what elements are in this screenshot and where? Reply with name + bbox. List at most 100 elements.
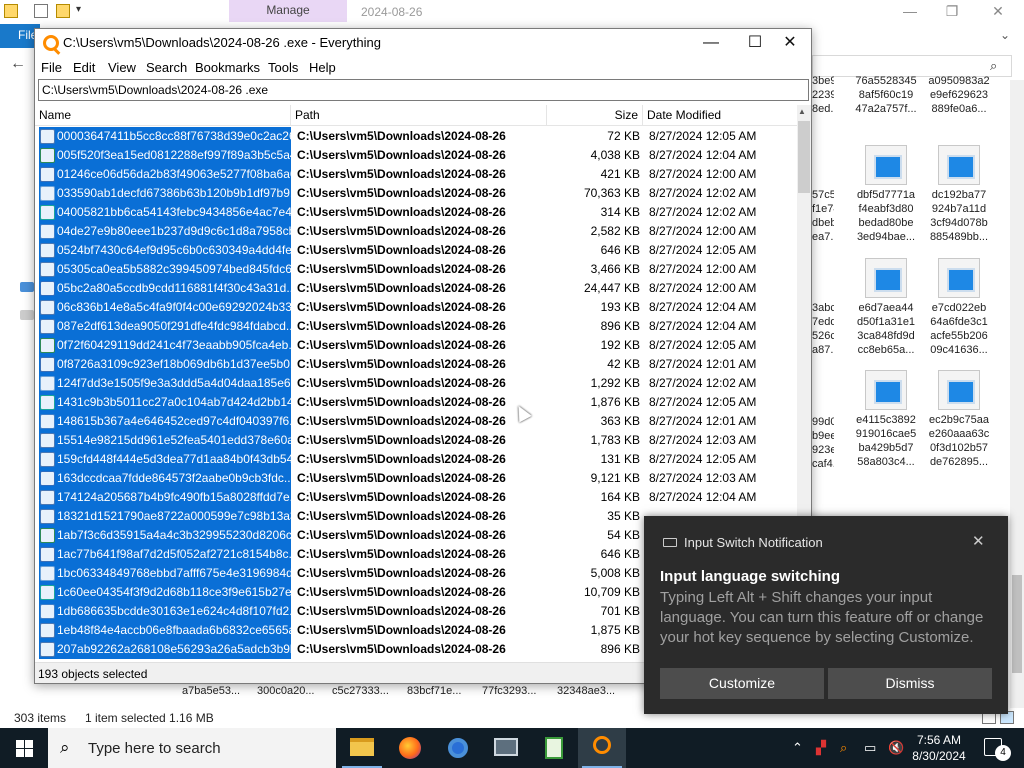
notepad-taskbar-button[interactable] — [530, 728, 578, 768]
explorer-scroll-thumb[interactable] — [1012, 575, 1022, 673]
file-tile[interactable]: e4115c3892 919016cae5 ba429b5d7 58a803c4... — [852, 370, 920, 469]
result-name-cell[interactable]: 18321d1521790ae8722a000599e7c98b13a3... — [39, 507, 291, 526]
result-row[interactable]: 05305ca0ea5b5882c399450974bed845fdc6... C… — [35, 260, 797, 279]
network-icon[interactable]: ▭ — [864, 740, 876, 756]
volume-muted-icon[interactable]: 🔇 — [888, 740, 904, 756]
scroll-up-arrow-icon[interactable]: ▲ — [798, 107, 806, 116]
result-row[interactable]: 159cfd448f444e5d3dea77d1aa84b0f43db54...… — [35, 450, 797, 469]
customize-quick-access-icon[interactable]: ▾ — [76, 4, 81, 15]
result-name-cell[interactable]: 00003647411b5cc8cc88f76738d39e0c2ac26... — [39, 127, 291, 146]
result-row[interactable]: 01246ce06d56da2b83f49063e5277f08ba6a6...… — [35, 165, 797, 184]
menu-bookmarks[interactable]: Bookmarks — [195, 60, 260, 75]
dismiss-button[interactable]: Dismiss — [828, 668, 992, 699]
result-row[interactable]: 174124a205687b4b9fc490fb15a8028ffdd7e...… — [35, 488, 797, 507]
result-name-cell[interactable]: 05bc2a80a5ccdb9cdd116881f4f30c43a31d... — [39, 279, 291, 298]
result-name-cell[interactable]: 01246ce06d56da2b83f49063e5277f08ba6a6... — [39, 165, 291, 184]
properties-icon[interactable] — [34, 4, 48, 18]
result-row[interactable]: 124f7dd3e1505f9e3a3ddd5a4d04daa185e6... C… — [35, 374, 797, 393]
show-hidden-icons-chevron-icon[interactable]: ⌃ — [792, 740, 803, 756]
result-row[interactable]: 15514e98215dd961e52fea5401edd378e60a... C… — [35, 431, 797, 450]
result-row[interactable]: 05bc2a80a5ccdb9cdd116881f4f30c43a31d... C… — [35, 279, 797, 298]
result-name-cell[interactable]: 087e2df613dea9050f291dfe4fdc984fdabcd... — [39, 317, 291, 336]
result-name-cell[interactable]: 163dccdcaa7fdde864573f2aabe0b9cb3fdc... — [39, 469, 291, 488]
close-button[interactable]: ✕ — [770, 32, 810, 54]
everything-tray-icon[interactable]: ⌕ — [840, 740, 847, 756]
menu-edit[interactable]: Edit — [73, 60, 95, 75]
maximize-button[interactable]: ☐ — [735, 32, 775, 54]
file-tile[interactable]: a0950983a2 e9ef629623 889fe0a6... — [925, 74, 993, 116]
column-path[interactable]: Path — [291, 105, 547, 126]
file-tile[interactable]: 76a5528345 8af5f60c19 47a2a757f... — [852, 74, 920, 116]
new-folder-icon[interactable] — [56, 4, 70, 18]
result-row[interactable]: 06c836b14e8a5c4fa9f0f4c00e69292024b33...… — [35, 298, 797, 317]
close-icon[interactable]: ✕ — [988, 2, 1008, 20]
result-name-cell[interactable]: 005f520f3ea15ed0812288ef997f89a3b5c5a4..… — [39, 146, 291, 165]
file-tile[interactable]: dc192ba77 924b7a11d 3cf94d078b 885489bb... — [925, 145, 993, 244]
file-explorer-taskbar-button[interactable] — [338, 728, 386, 768]
result-name-cell[interactable]: 1db686635bcdde30163e1e624c4d8f107fd2... — [39, 602, 291, 621]
result-name-cell[interactable]: 04005821bb6ca54143febc9434856e4ac7e4f... — [39, 203, 291, 222]
result-row[interactable]: 0f72f60429119dd241c4f73eaabb905fca4eb...… — [35, 336, 797, 355]
nav-item-icon[interactable] — [20, 310, 34, 320]
nav-item-icon[interactable] — [20, 282, 34, 292]
result-row[interactable]: 163dccdcaa7fdde864573f2aabe0b9cb3fdc... C… — [35, 469, 797, 488]
result-name-cell[interactable]: 174124a205687b4b9fc490fb15a8028ffdd7e... — [39, 488, 291, 507]
result-name-cell[interactable]: 124f7dd3e1505f9e3a3ddd5a4d04daa185e6... — [39, 374, 291, 393]
start-button[interactable] — [0, 728, 48, 768]
close-icon[interactable]: ✕ — [972, 532, 985, 550]
network-app-taskbar-button[interactable] — [482, 728, 530, 768]
result-name-cell[interactable]: 0f72f60429119dd241c4f73eaabb905fca4eb... — [39, 336, 291, 355]
column-date-modified[interactable]: Date Modified — [643, 105, 797, 126]
chrome-taskbar-button[interactable] — [434, 728, 482, 768]
result-name-cell[interactable]: 15514e98215dd961e52fea5401edd378e60a... — [39, 431, 291, 450]
result-name-cell[interactable]: 148615b367a4e646452ced97c4df040397f6... — [39, 412, 291, 431]
menu-file[interactable]: File — [41, 60, 62, 75]
result-name-cell[interactable]: 0f8726a3109c923ef18b069db6b1d37ee5b0... — [39, 355, 291, 374]
expand-ribbon-icon[interactable]: ⌄ — [1000, 28, 1010, 42]
performance-monitor-icon[interactable]: ▞ — [816, 740, 826, 756]
back-arrow-icon[interactable]: ← — [10, 55, 26, 73]
result-name-cell[interactable]: 1ab7f3c6d35915a4a4c3b329955230d8206c... — [39, 526, 291, 545]
result-row[interactable]: 0f8726a3109c923ef18b069db6b1d37ee5b0... C… — [35, 355, 797, 374]
menu-search[interactable]: Search — [146, 60, 187, 75]
clock-date[interactable]: 8/30/2024 — [906, 749, 972, 763]
result-name-cell[interactable]: 1eb48f84e4accb06e8fbaada6b6832ce6565a... — [39, 621, 291, 640]
result-name-cell[interactable]: 207ab92262a268108e56293a26a5adcb3b9b... — [39, 640, 291, 659]
everything-taskbar-button[interactable] — [578, 728, 626, 768]
everything-titlebar[interactable]: C:\Users\vm5\Downloads\2024-08-26 .exe -… — [35, 29, 811, 57]
customize-button[interactable]: Customize — [660, 668, 824, 699]
search-input[interactable] — [38, 79, 809, 101]
manage-tab[interactable]: Manage — [229, 0, 347, 22]
minimize-icon[interactable]: — — [900, 2, 920, 20]
result-name-cell[interactable]: 033590ab1decfd67386b63b120b9b1df97b9... — [39, 184, 291, 203]
maximize-icon[interactable]: ❐ — [942, 2, 962, 20]
file-tile[interactable]: ec2b9c75aa e260aaa63c 0f3d102b57 de762895..… — [925, 370, 993, 469]
result-row[interactable]: 087e2df613dea9050f291dfe4fdc984fdabcd...… — [35, 317, 797, 336]
column-size[interactable]: Size — [547, 105, 643, 126]
menu-tools[interactable]: Tools — [268, 60, 298, 75]
result-name-cell[interactable]: 159cfd448f444e5d3dea77d1aa84b0f43db54... — [39, 450, 291, 469]
result-row[interactable]: 04de27e9b80eee1b237d9d9c6c1d8a7958cb... C… — [35, 222, 797, 241]
result-name-cell[interactable]: 1bc06334849768ebbd7afff675e4e3196984d... — [39, 564, 291, 583]
column-name[interactable]: Name — [35, 105, 291, 126]
result-row[interactable]: 1431c9b3b5011cc27a0c104ab7d424d2bb14... C… — [35, 393, 797, 412]
result-name-cell[interactable]: 0524bf7430c64ef9d95c6b0c630349a4dd4fe... — [39, 241, 291, 260]
result-row[interactable]: 005f520f3ea15ed0812288ef997f89a3b5c5a4..… — [35, 146, 797, 165]
file-tile[interactable]: dbf5d7771a f4eabf3d80 bedad80be 3ed94bae... — [852, 145, 920, 244]
result-row[interactable]: 0524bf7430c64ef9d95c6b0c630349a4dd4fe...… — [35, 241, 797, 260]
result-row[interactable]: 033590ab1decfd67386b63b120b9b1df97b9... C… — [35, 184, 797, 203]
minimize-button[interactable]: — — [691, 32, 731, 54]
clock-time[interactable]: 7:56 AM — [916, 733, 962, 747]
menu-view[interactable]: View — [108, 60, 136, 75]
result-name-cell[interactable]: 1c60ee04354f3f9d2d68b118ce3f9e615b27e... — [39, 583, 291, 602]
results-scroll-thumb[interactable] — [798, 121, 810, 193]
result-name-cell[interactable]: 06c836b14e8a5c4fa9f0f4c00e69292024b33... — [39, 298, 291, 317]
file-tile[interactable]: e6d7aea44 d50f1a31e1 3ca848fd9d cc8eb65a... — [852, 258, 920, 357]
file-tile[interactable]: e7cd022eb 64a6fde3c1 acfe55b206 09c41636... — [925, 258, 993, 357]
search-icon[interactable]: ⌕ — [990, 58, 997, 74]
menu-help[interactable]: Help — [309, 60, 336, 75]
result-row[interactable]: 148615b367a4e646452ced97c4df040397f6... C… — [35, 412, 797, 431]
result-name-cell[interactable]: 05305ca0ea5b5882c399450974bed845fdc6... — [39, 260, 291, 279]
result-row[interactable]: 04005821bb6ca54143febc9434856e4ac7e4f...… — [35, 203, 797, 222]
result-name-cell[interactable]: 1431c9b3b5011cc27a0c104ab7d424d2bb14... — [39, 393, 291, 412]
